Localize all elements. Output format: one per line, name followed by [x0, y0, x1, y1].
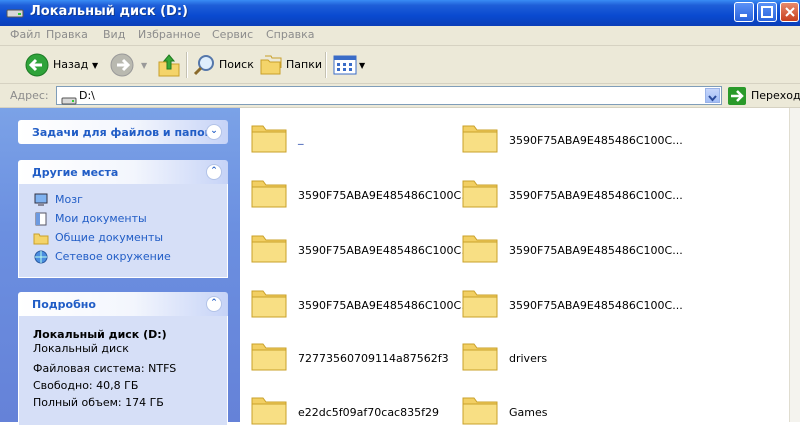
folder-name[interactable]: 3590F75ABA9E485486C100C... — [509, 244, 683, 257]
back-arrow-icon[interactable] — [25, 53, 49, 81]
folder-icon — [250, 390, 288, 432]
tasks-panel-header[interactable]: Задачи для файлов и папок ⌄ — [18, 120, 228, 144]
minimize-button[interactable] — [734, 2, 754, 22]
close-button[interactable] — [780, 2, 799, 22]
place-link-shared-documents[interactable]: Общие документы — [19, 228, 227, 247]
folder-name[interactable]: drivers — [509, 352, 547, 365]
address-value[interactable]: D:\ — [79, 89, 95, 102]
folder-icon — [461, 228, 499, 270]
folder-icon — [461, 118, 499, 160]
folder-icon — [461, 390, 499, 432]
folder-name[interactable]: e22dc5f09af70cac835f29 — [298, 406, 439, 419]
folder-name[interactable]: 3590F75ABA9E485486C100C... — [509, 299, 683, 312]
details-panel-body: Локальный диск (D:) Локальный диск Файло… — [18, 316, 228, 426]
folder-icon — [461, 173, 499, 215]
toolbar-separator — [325, 52, 327, 78]
folder-icon — [461, 283, 499, 325]
folder-name[interactable]: 72773560709114a87562f3 — [298, 352, 449, 365]
menu-edit[interactable]: Правка — [46, 28, 88, 41]
address-dropdown-button[interactable] — [705, 88, 720, 103]
details-panel-title[interactable]: Подробно — [32, 298, 96, 311]
tasks-panel-title[interactable]: Задачи для файлов и папок — [32, 126, 212, 139]
file-list: _ 3590F75ABA9E485486C100C... 3590F75ABA9… — [240, 108, 800, 425]
folder-icon — [250, 228, 288, 270]
details-total-size: Полный объем: 174 ГБ — [33, 396, 164, 409]
forward-dropdown-icon[interactable]: ▼ — [141, 61, 147, 70]
folder-icon — [250, 336, 288, 378]
network-icon — [33, 249, 49, 264]
place-link-network[interactable]: Сетевое окружение — [19, 247, 227, 266]
folder-icon — [250, 283, 288, 325]
folder-name[interactable]: Games — [509, 406, 547, 419]
folders-button-label[interactable]: Папки — [286, 58, 322, 71]
menu-favorites[interactable]: Избранное — [138, 28, 200, 41]
details-panel-header[interactable]: Подробно ⌃ — [18, 292, 228, 316]
computer-icon — [33, 192, 49, 206]
folder-name[interactable]: 3590F75ABA9E485486C100C... — [298, 244, 472, 257]
collapse-chevron-icon[interactable]: ⌃ — [206, 296, 222, 312]
details-free-space: Свободно: 40,8 ГБ — [33, 379, 139, 392]
other-places-header[interactable]: Другие места ⌃ — [18, 160, 228, 184]
tasks-panel: Задачи для файлов и папок ⌄ — [18, 120, 228, 144]
folder-name[interactable]: 3590F75ABA9E485486C100C... — [298, 189, 472, 202]
go-arrow-icon[interactable] — [728, 87, 746, 105]
folder-icon — [250, 118, 288, 160]
menu-bar: Файл Правка Вид Избранное Сервис Справка — [0, 26, 800, 46]
menu-file[interactable]: Файл — [10, 28, 40, 41]
place-link-computer[interactable]: Мозг — [19, 190, 227, 209]
folder-icon — [461, 336, 499, 378]
folder-name[interactable]: 3590F75ABA9E485486C100C... — [298, 299, 472, 312]
address-label: Адрес: — [10, 89, 49, 102]
go-button-label[interactable]: Переход — [751, 89, 800, 102]
menu-view[interactable]: Вид — [103, 28, 125, 41]
folder-name[interactable]: 3590F75ABA9E485486C100C... — [509, 134, 683, 147]
views-icon[interactable] — [333, 55, 357, 79]
maximize-button[interactable] — [757, 2, 777, 22]
other-places-panel: Другие места ⌃ Мозг Мои документы Общие … — [18, 160, 228, 278]
window-title: Локальный диск (D:) — [30, 4, 188, 19]
menu-tools[interactable]: Сервис — [212, 28, 253, 41]
collapse-chevron-icon[interactable]: ⌃ — [206, 164, 222, 180]
menu-help[interactable]: Справка — [266, 28, 314, 41]
search-button-label[interactable]: Поиск — [219, 58, 254, 71]
place-label[interactable]: Мозг — [55, 193, 83, 206]
address-bar: Адрес: D:\ Переход — [0, 84, 800, 108]
other-places-body: Мозг Мои документы Общие документы Сетев… — [18, 184, 228, 278]
address-input[interactable]: D:\ — [56, 86, 722, 105]
drive-icon — [6, 5, 24, 19]
documents-icon — [33, 211, 49, 226]
back-dropdown-icon[interactable]: ▼ — [92, 61, 98, 70]
vertical-scrollbar[interactable] — [789, 108, 800, 422]
up-folder-icon[interactable] — [157, 52, 181, 82]
forward-arrow-icon[interactable] — [110, 53, 134, 81]
details-panel: Подробно ⌃ Локальный диск (D:) Локальный… — [18, 292, 228, 426]
folder-name[interactable]: 3590F75ABA9E485486C100C... — [509, 189, 683, 202]
folder-name[interactable]: _ — [298, 132, 304, 145]
folder-icon — [250, 173, 288, 215]
task-pane: Задачи для файлов и папок ⌄ Другие места… — [0, 108, 240, 426]
title-bar[interactable]: Локальный диск (D:) — [0, 0, 800, 26]
place-label[interactable]: Общие документы — [55, 231, 163, 244]
place-link-my-documents[interactable]: Мои документы — [19, 209, 227, 228]
views-dropdown-icon[interactable]: ▼ — [359, 61, 365, 70]
other-places-title[interactable]: Другие места — [32, 166, 118, 179]
back-button-label[interactable]: Назад — [53, 58, 88, 71]
folder-icon — [33, 230, 49, 245]
folders-icon[interactable] — [259, 54, 283, 80]
expand-chevron-icon[interactable]: ⌄ — [206, 124, 222, 140]
details-type: Локальный диск — [33, 342, 129, 355]
place-label[interactable]: Мои документы — [55, 212, 147, 225]
search-icon[interactable] — [193, 53, 217, 81]
details-filesystem: Файловая система: NTFS — [33, 362, 177, 375]
place-label[interactable]: Сетевое окружение — [55, 250, 171, 263]
toolbar-separator — [186, 52, 188, 78]
toolbar: Назад ▼ ▼ Поиск Папки ▼ — [0, 46, 800, 84]
